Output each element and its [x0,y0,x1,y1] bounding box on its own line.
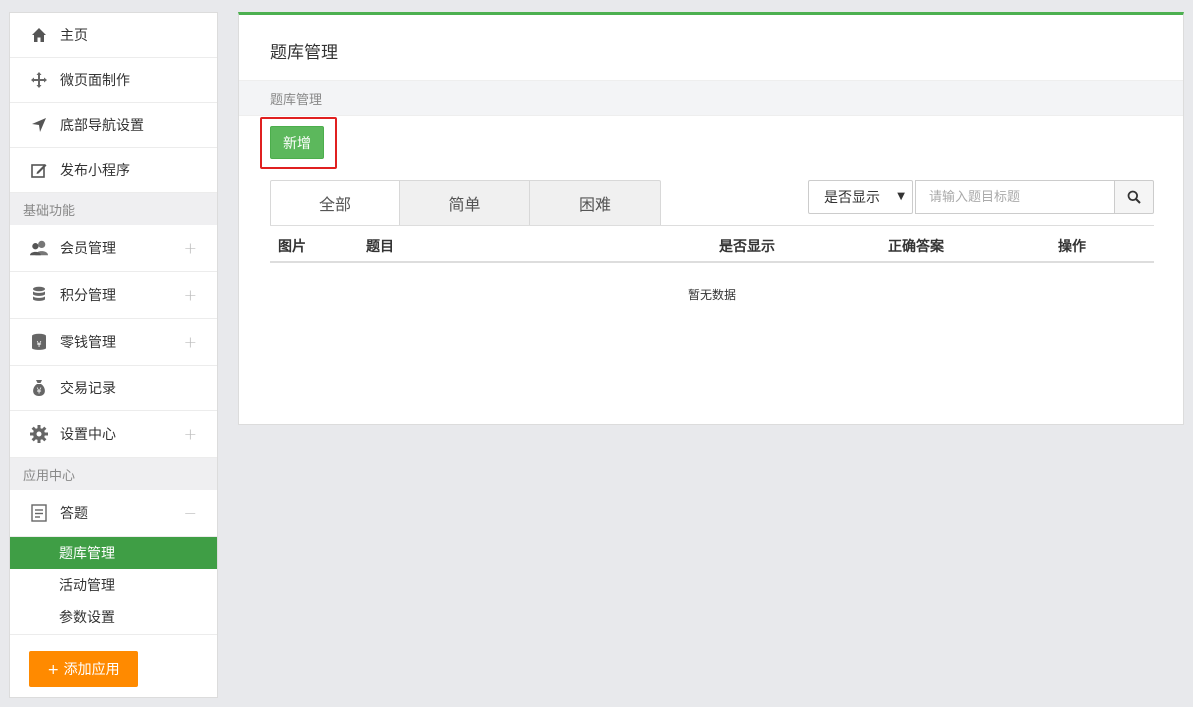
collapse-icon[interactable]: − [184,504,197,523]
col-answer: 正确答案 [888,239,944,255]
select-value: 是否显示 [824,190,880,206]
sub-item-parameters[interactable]: 参数设置 [10,601,217,633]
search-icon [1127,190,1141,204]
nav-label: 主页 [60,28,88,44]
nav-item-settings[interactable]: 设置中心 + [10,411,217,458]
nav-item-publish[interactable]: 发布小程序 [10,148,217,193]
nav-item-home[interactable]: 主页 [10,13,217,58]
expand-icon[interactable]: + [184,425,197,444]
svg-text:¥: ¥ [36,340,41,349]
svg-text:¥: ¥ [36,387,41,396]
nav-item-transactions[interactable]: ¥ 交易记录 [10,366,217,411]
difficulty-tabs: 全部 简单 困难 [270,180,661,226]
col-question: 题目 [366,239,394,255]
nav-label: 设置中心 [60,427,116,443]
expand-icon[interactable]: + [184,239,197,258]
nav-label: 积分管理 [60,288,116,304]
document-icon [30,504,48,522]
home-icon [30,26,48,44]
nav-item-members[interactable]: 会员管理 + [10,225,217,272]
nav-item-micro-page[interactable]: 微页面制作 [10,58,217,103]
nav-label: 微页面制作 [60,73,130,89]
sub-item-question-bank[interactable]: 题库管理 [10,537,217,569]
navigation-arrow-icon [30,116,48,134]
display-filter-select[interactable]: 是否显示 ▼ [808,180,913,214]
nav-label: 零钱管理 [60,335,116,351]
nav-item-change[interactable]: ¥ 零钱管理 + [10,319,217,366]
nav-item-quiz[interactable]: 答题 − [10,490,217,537]
nav-label: 答题 [60,506,88,522]
nav-label: 底部导航设置 [60,118,144,134]
nav-label: 会员管理 [60,241,116,257]
search-input[interactable] [915,180,1115,214]
breadcrumb: 题库管理 [239,80,1183,116]
empty-state: 暂无数据 [687,288,736,302]
table-header: 图片 题目 是否显示 正确答案 操作 [270,225,1154,263]
section-app-center: 应用中心 [10,458,217,490]
caret-down-icon: ▼ [897,191,905,202]
new-button[interactable]: 新增 [270,126,324,159]
nav-label: 交易记录 [60,381,116,397]
money-bag-icon: ¥ [30,379,48,397]
users-icon [30,239,48,257]
nav-item-bottom-nav[interactable]: 底部导航设置 [10,103,217,148]
tab-hard[interactable]: 困难 [530,180,661,226]
main-panel: 题库管理 题库管理 新增 全部 简单 困难 是否显示 ▼ 图片 题目 是否显示 … [238,12,1184,425]
add-app-button[interactable]: + 添加应用 [29,651,138,687]
col-actions: 操作 [1058,239,1086,255]
expand-icon[interactable]: + [184,333,197,352]
page-title: 题库管理 [270,43,338,63]
edit-icon [30,161,48,179]
col-image: 图片 [278,239,306,255]
nav-label: 发布小程序 [60,163,130,179]
move-arrows-icon [30,71,48,89]
tab-all[interactable]: 全部 [270,180,400,226]
breadcrumb-item[interactable]: 题库管理 [270,89,322,108]
database-icon [30,286,48,304]
sidebar: 主页 微页面制作 底部导航设置 发布小程序 基础功能 会员管理 + 积分管理 + [9,12,218,698]
yen-cup-icon: ¥ [30,333,48,351]
nav-item-points[interactable]: 积分管理 + [10,272,217,319]
sub-item-activities[interactable]: 活动管理 [10,569,217,601]
gear-icon [30,425,48,443]
search-button[interactable] [1114,180,1154,214]
quiz-submenu: 题库管理 活动管理 参数设置 [10,537,217,635]
col-visible: 是否显示 [719,239,775,255]
tab-easy[interactable]: 简单 [400,180,530,226]
expand-icon[interactable]: + [184,286,197,305]
section-basic-functions: 基础功能 [10,193,217,225]
